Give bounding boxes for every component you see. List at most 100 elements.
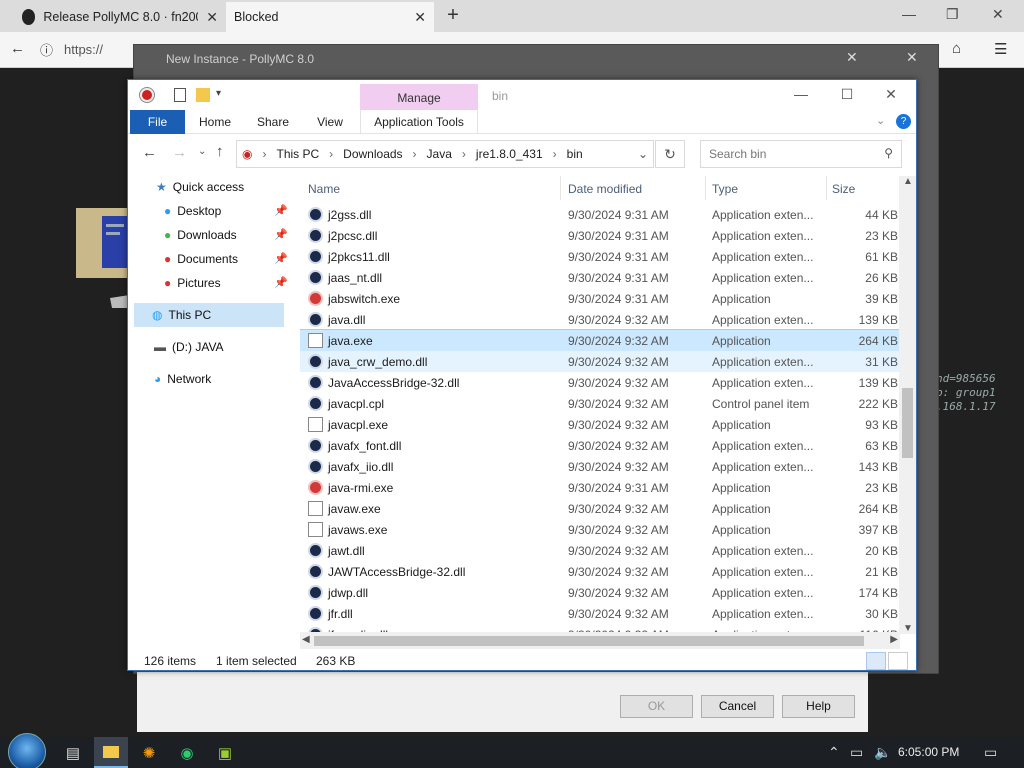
folder-icon[interactable] — [196, 88, 210, 102]
col-name[interactable]: Name — [308, 182, 340, 196]
pin-icon[interactable]: 📌 — [274, 271, 288, 295]
nav-network[interactable]: ◕ Network — [154, 367, 211, 391]
table-row[interactable]: jdwp.dll 9/30/2024 9:32 AM Application ext… — [300, 582, 900, 603]
table-row[interactable]: jabswitch.exe 9/30/2024 9:31 AM Applicatio… — [300, 288, 900, 309]
breadcrumb-this-pc[interactable]: This PC — [271, 147, 324, 161]
col-size[interactable]: Size — [832, 182, 855, 196]
chevron-down-icon[interactable]: ⌄ — [633, 147, 653, 161]
col-type[interactable]: Type — [712, 182, 738, 196]
close-window-icon[interactable]: ✕ — [992, 6, 1004, 23]
tab-share[interactable]: Share — [250, 110, 296, 134]
close-icon[interactable]: ✕ — [414, 9, 426, 26]
large-icons-view-icon[interactable] — [888, 652, 908, 670]
tab-file[interactable]: File — [130, 110, 185, 134]
info-icon[interactable]: ⓘ — [40, 40, 53, 59]
blender-icon[interactable]: ✺ — [132, 737, 166, 768]
close-icon[interactable]: ✕ — [906, 49, 918, 66]
new-tab-icon[interactable]: + — [442, 4, 464, 27]
scroll-up-icon[interactable]: ▲ — [903, 176, 913, 187]
volume-icon[interactable]: 🔈 — [874, 744, 891, 761]
scroll-right-icon[interactable]: ▶ — [890, 634, 898, 645]
network-icon[interactable]: ▭ — [850, 744, 863, 761]
pollymc-taskbar-icon[interactable]: ▣ — [208, 737, 242, 768]
table-row[interactable]: java_crw_demo.dll 9/30/2024 9:32 AM Applic… — [300, 351, 900, 372]
close-icon[interactable]: ✕ — [876, 86, 906, 103]
forward-arrow-icon[interactable]: → — [172, 144, 187, 161]
table-row[interactable]: jaas_nt.dll 9/30/2024 9:31 AM Application … — [300, 267, 900, 288]
nav-this-pc[interactable]: ◍ This PC — [134, 303, 284, 327]
vertical-scrollbar[interactable]: ▲ ▼ — [899, 176, 916, 634]
ok-button[interactable]: OK — [620, 695, 693, 718]
table-row[interactable]: java.exe 9/30/2024 9:32 AM Application 264 … — [300, 329, 900, 352]
chevron-down-icon[interactable]: ⌄ — [876, 114, 885, 127]
restore-icon[interactable]: ❐ — [946, 6, 959, 23]
tab-application-tools[interactable]: Application Tools — [360, 110, 478, 134]
nav-pictures[interactable]: ● Pictures 📌 — [164, 271, 294, 295]
address-bar[interactable]: ◉ › This PC › Downloads › Java › jre1.8.… — [236, 140, 654, 168]
home-icon[interactable]: ⌂ — [952, 40, 961, 57]
clock[interactable]: 6:05:00 PM — [898, 745, 959, 759]
properties-icon[interactable] — [174, 88, 186, 102]
details-view-icon[interactable] — [866, 652, 886, 670]
notifications-icon[interactable]: ▭ — [984, 744, 997, 761]
back-arrow-icon[interactable]: ← — [10, 40, 25, 57]
cancel-button[interactable]: Cancel — [701, 695, 774, 718]
breadcrumb-jre[interactable]: jre1.8.0_431 — [471, 147, 548, 161]
menu-icon[interactable]: ☰ — [994, 40, 1007, 58]
table-row[interactable]: jawt.dll 9/30/2024 9:32 AM Application ext… — [300, 540, 900, 561]
nav-desktop[interactable]: ● Desktop 📌 — [164, 199, 294, 223]
table-row[interactable]: JavaAccessBridge-32.dll 9/30/2024 9:32 AM… — [300, 372, 900, 393]
nav-drive-d[interactable]: ▬ (D:) JAVA — [154, 335, 224, 359]
close-icon[interactable]: ✕ — [846, 49, 858, 66]
help-button[interactable]: Help — [782, 695, 855, 718]
chevron-up-icon[interactable]: ⌃ — [828, 744, 840, 761]
help-icon[interactable]: ? — [896, 114, 911, 129]
table-row[interactable]: javaws.exe 9/30/2024 9:32 AM Application 39… — [300, 519, 900, 540]
tab-home[interactable]: Home — [190, 110, 240, 134]
horizontal-scrollbar[interactable]: ◀ ▶ — [300, 632, 900, 649]
minimize-icon[interactable]: — — [902, 6, 916, 22]
column-divider[interactable] — [826, 176, 827, 200]
pin-icon[interactable]: 📌 — [274, 199, 288, 223]
start-button[interactable] — [8, 733, 46, 768]
maximize-icon[interactable]: ☐ — [832, 86, 862, 103]
column-divider[interactable] — [560, 176, 561, 200]
scroll-down-icon[interactable]: ▼ — [903, 623, 913, 634]
breadcrumb-bin[interactable]: bin — [562, 147, 588, 161]
refresh-icon[interactable]: ↻ — [655, 140, 685, 168]
task-view-icon[interactable]: ▤ — [56, 737, 90, 768]
browser-tab-release[interactable]: Release PollyMC 8.0 · fn2006/Po ✕ — [14, 2, 226, 32]
table-row[interactable]: java-rmi.exe 9/30/2024 9:31 AM Application… — [300, 477, 900, 498]
scroll-left-icon[interactable]: ◀ — [302, 634, 310, 645]
edge-icon[interactable]: ◉ — [170, 737, 204, 768]
nav-quick-access[interactable]: ★ Quick access — [156, 175, 244, 199]
table-row[interactable]: jfr.dll 9/30/2024 9:32 AM Application exte… — [300, 603, 900, 624]
scroll-thumb[interactable] — [902, 388, 913, 458]
minimize-icon[interactable]: — — [786, 86, 816, 102]
breadcrumb-java[interactable]: Java — [422, 147, 457, 161]
url-field[interactable]: https:// — [62, 38, 132, 62]
chevron-down-icon[interactable]: ▾ — [216, 88, 221, 99]
back-arrow-icon[interactable]: ← — [142, 144, 157, 161]
table-row[interactable]: j2gss.dll 9/30/2024 9:31 AM Application ex… — [300, 204, 900, 225]
pin-icon[interactable]: 📌 — [274, 247, 288, 271]
table-row[interactable]: javacpl.exe 9/30/2024 9:32 AM Application 9… — [300, 414, 900, 435]
pin-icon[interactable]: 📌 — [274, 223, 288, 247]
col-date[interactable]: Date modified — [568, 182, 642, 196]
manage-tab[interactable]: Manage — [360, 84, 478, 110]
nav-downloads[interactable]: ● Downloads 📌 — [164, 223, 294, 247]
file-explorer-taskbar-icon[interactable] — [94, 737, 128, 768]
breadcrumb-downloads[interactable]: Downloads — [338, 147, 407, 161]
table-row[interactable]: javacpl.cpl 9/30/2024 9:32 AM Control pane… — [300, 393, 900, 414]
scroll-thumb[interactable] — [314, 636, 864, 646]
recent-chevron-icon[interactable]: ⌄ — [198, 146, 206, 157]
table-row[interactable]: javaw.exe 9/30/2024 9:32 AM Application 264… — [300, 498, 900, 519]
browser-tab-blocked[interactable]: Blocked ✕ — [226, 2, 434, 32]
table-row[interactable]: javafx_iio.dll 9/30/2024 9:32 AM Applicati… — [300, 456, 900, 477]
nav-documents[interactable]: ● Documents 📌 — [164, 247, 294, 271]
up-arrow-icon[interactable]: ↑ — [216, 143, 224, 160]
table-row[interactable]: j2pcsc.dll 9/30/2024 9:31 AM Application e… — [300, 225, 900, 246]
table-row[interactable]: j2pkcs11.dll 9/30/2024 9:31 AM Application… — [300, 246, 900, 267]
table-row[interactable]: javafx_font.dll 9/30/2024 9:32 AM Applicat… — [300, 435, 900, 456]
table-row[interactable]: java.dll 9/30/2024 9:32 AM Application ext… — [300, 309, 900, 330]
